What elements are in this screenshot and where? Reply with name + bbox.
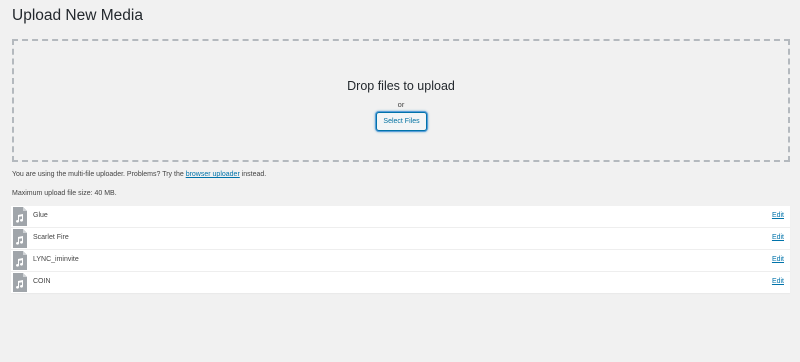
audio-file-icon [13,229,27,248]
select-files-button[interactable]: Select Files [376,112,427,131]
media-item-name: Glue [33,212,48,219]
drop-zone[interactable]: Drop files to upload or Select Files [12,39,790,162]
drop-or-label: or [397,100,405,109]
audio-file-icon [13,273,27,292]
media-item-name: COIN [33,278,51,285]
audio-file-icon [13,207,27,226]
media-item: Glue Edit [11,206,790,228]
media-item-name: LYNC_iminvite [33,256,79,263]
media-item: LYNC_iminvite Edit [11,250,790,272]
media-item-name: Scarlet Fire [33,234,69,241]
drop-instructions: Drop files to upload [347,79,455,93]
media-item-list: Glue Edit Scarlet Fire Edit LYNC_iminvit… [11,206,790,293]
edit-link[interactable]: Edit [772,212,784,219]
edit-link[interactable]: Edit [772,256,784,263]
multi-file-notice: You are using the multi-file uploader. P… [12,171,266,178]
media-item: COIN Edit [11,272,790,293]
media-item: Scarlet Fire Edit [11,228,790,250]
multi-file-text: You are using the multi-file uploader. P… [12,171,184,178]
page-title: Upload New Media [12,7,143,24]
upload-media-page: Upload New Media Drop files to upload or… [0,0,800,362]
audio-file-icon [13,251,27,270]
max-upload-size: Maximum upload file size: 40 MB. [12,190,117,197]
edit-link[interactable]: Edit [772,278,784,285]
browser-uploader-link[interactable]: browser uploader [186,171,240,178]
instead-text: instead. [241,171,267,178]
edit-link[interactable]: Edit [772,234,784,241]
